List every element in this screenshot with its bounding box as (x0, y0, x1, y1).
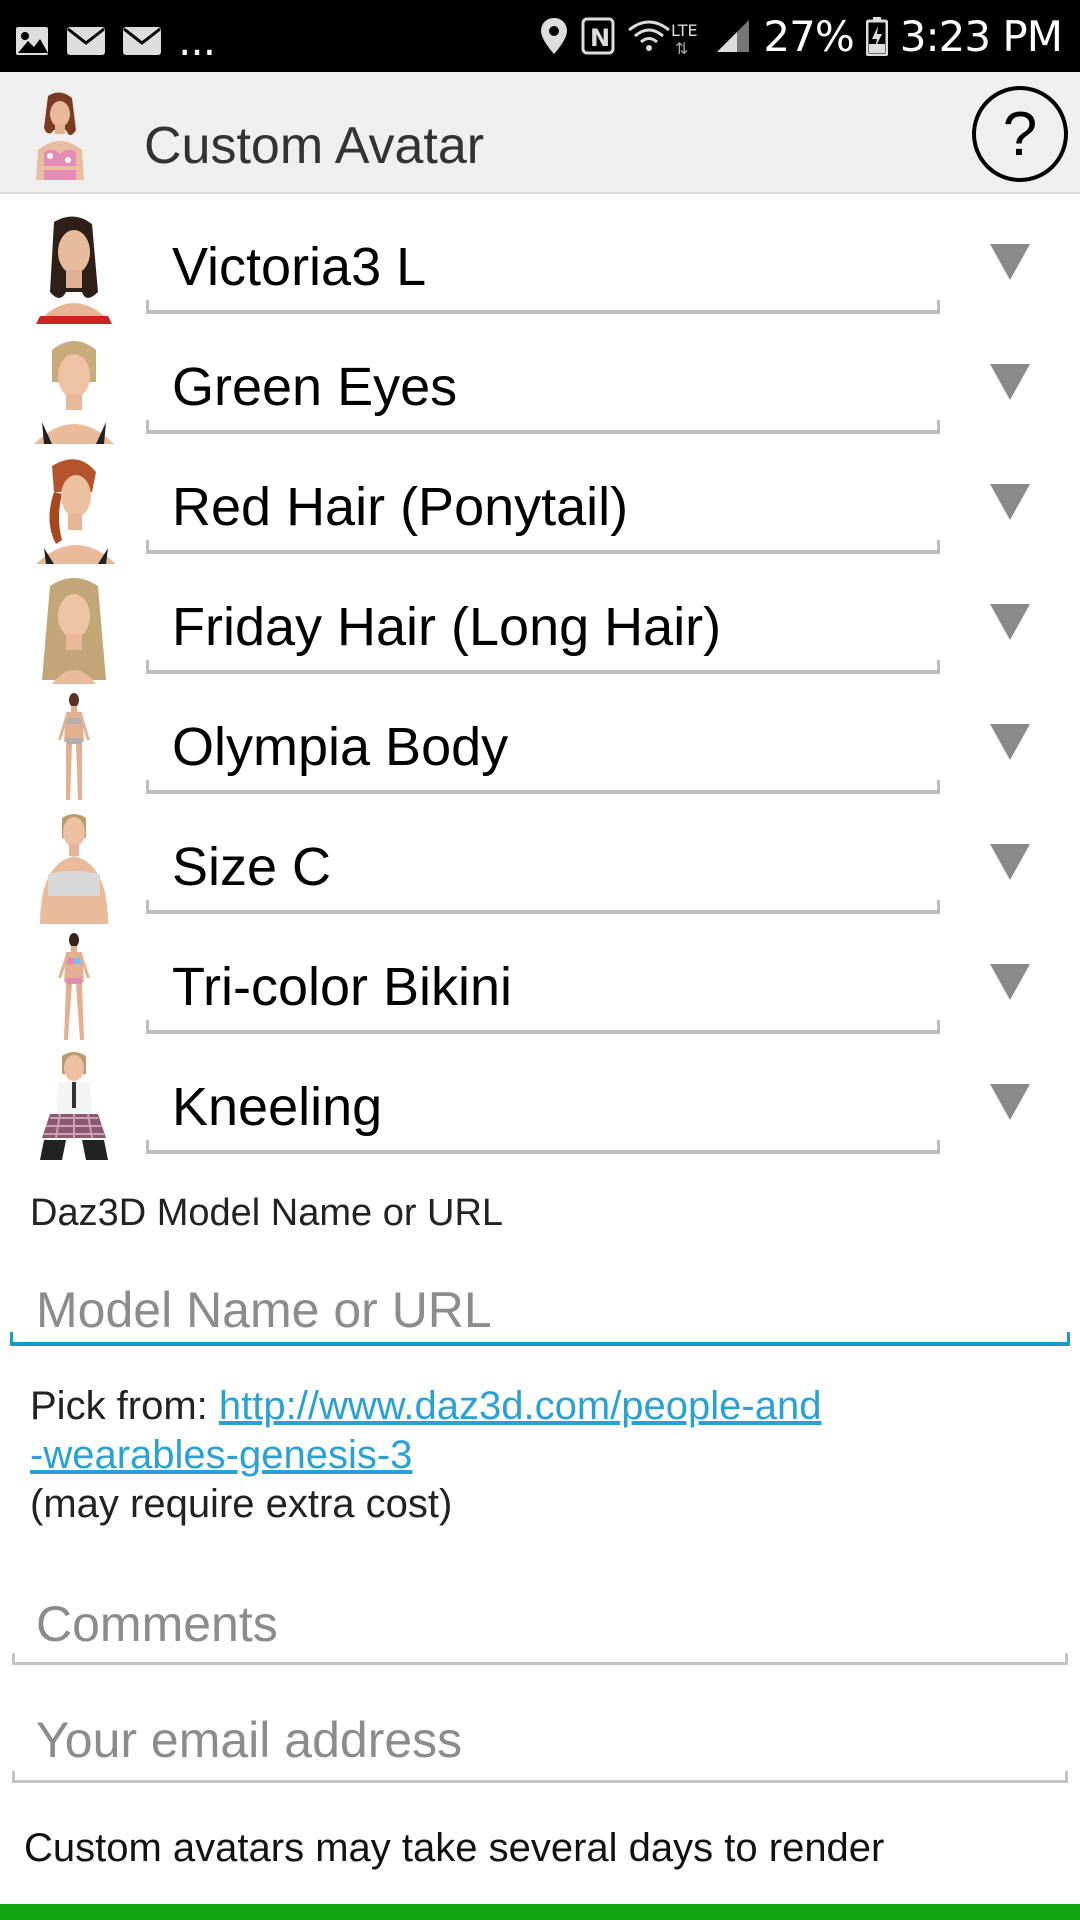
email-input[interactable] (12, 1700, 1070, 1780)
image-icon (16, 26, 48, 55)
dropdown-arrow-icon[interactable] (988, 842, 1032, 882)
daz3d-link-line1: http://www.daz3d.com/people-and (218, 1384, 822, 1428)
signal-icon (717, 20, 750, 52)
page-title: Custom Avatar (144, 117, 485, 175)
option-row-hair-style[interactable]: Friday Hair (Long Hair) (0, 554, 1080, 684)
mail-icon (67, 26, 105, 55)
kneeling-figure-thumbnail (40, 1052, 108, 1160)
dropdown-arrow-icon[interactable] (988, 362, 1032, 402)
option-row-hair[interactable]: Red Hair (Ponytail) (0, 434, 1080, 564)
female-head-blonde-short-thumbnail (34, 341, 114, 444)
option-label: Size C (172, 837, 332, 897)
model-name-input[interactable] (12, 1270, 1070, 1350)
avatar-icon[interactable] (30, 90, 90, 180)
pick-from-text: Pick from: http://www.daz3d.com/people-a… (30, 1382, 1030, 1529)
svg-text:LTE: LTE (671, 21, 698, 40)
option-row-outfit[interactable]: Tri-color Bikini (0, 914, 1080, 1040)
full-body-figure-thumbnail (58, 693, 90, 800)
option-label: Tri-color Bikini (172, 957, 513, 1017)
option-row-body[interactable]: Olympia Body (0, 674, 1080, 800)
render-time-note: Custom avatars may take several days to … (24, 1826, 885, 1870)
extra-cost-note: (may require extra cost) (30, 1482, 453, 1526)
mail-icon (123, 26, 161, 55)
model-field-label: Daz3D Model Name or URL (30, 1192, 504, 1234)
daz3d-link-line2: -wearables-genesis-3 (30, 1433, 413, 1477)
pick-prefix: Pick from: (30, 1384, 219, 1428)
dropdown-arrow-icon[interactable] (988, 602, 1032, 642)
option-label: Green Eyes (172, 357, 458, 417)
option-label: Kneeling (172, 1077, 383, 1137)
wifi-lte-icon: LTE ⇅ (628, 20, 698, 56)
help-button[interactable]: ? (972, 86, 1068, 182)
status-bar: ... N LTE ⇅ 27% 3:23 PM (0, 0, 1080, 72)
option-label: Victoria3 L (172, 237, 427, 297)
option-row-size[interactable]: Size C (0, 794, 1080, 924)
option-row-eyes[interactable]: Green Eyes (0, 314, 1080, 444)
option-label: Olympia Body (172, 717, 509, 777)
female-head-red-ponytail-thumbnail (36, 459, 116, 564)
comments-input[interactable] (12, 1584, 1070, 1664)
submit-button-edge[interactable] (0, 1904, 1080, 1920)
comments-underline (12, 1653, 1068, 1665)
female-torso-thumbnail (40, 814, 108, 924)
notification-icons: ... (14, 16, 216, 65)
clock: 3:23 PM (899, 11, 1063, 61)
email-underline (12, 1771, 1068, 1783)
dropdown-arrow-icon[interactable] (988, 722, 1032, 762)
option-row-base-figure[interactable]: Victoria3 L (0, 194, 1080, 324)
dropdown-arrow-icon[interactable] (988, 242, 1032, 282)
battery-percent: 27% (763, 11, 854, 61)
dropdown-arrow-icon[interactable] (988, 482, 1032, 522)
female-head-long-blonde-thumbnail (42, 578, 106, 684)
option-label: Friday Hair (Long Hair) (172, 597, 722, 657)
model-input-underline (10, 1332, 1070, 1346)
svg-text:⇅: ⇅ (675, 39, 688, 56)
location-icon (541, 18, 568, 54)
dropdown-arrow-icon[interactable] (988, 1082, 1032, 1122)
dropdown-arrow-icon[interactable] (988, 962, 1032, 1002)
overflow-indicator: ... (178, 16, 216, 65)
female-head-dark-hair-thumbnail (36, 216, 112, 324)
nfc-icon: N (581, 17, 615, 55)
option-label: Red Hair (Ponytail) (172, 477, 629, 537)
spinner-underline (146, 1140, 940, 1154)
full-body-bikini-thumbnail (58, 933, 90, 1040)
battery-charging-icon (865, 17, 888, 56)
option-row-pose[interactable]: Kneeling (0, 1034, 1080, 1160)
app-bar: Custom Avatar ? (0, 72, 1080, 194)
svg-text:N: N (590, 24, 610, 52)
